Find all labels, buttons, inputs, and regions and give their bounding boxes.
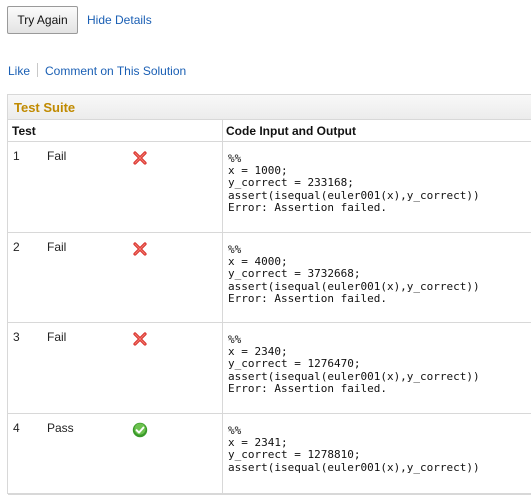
social-bar: Like Comment on This Solution <box>8 63 186 78</box>
code-output: %% x = 1000; y_correct = 233168; assert(… <box>228 152 480 214</box>
test-suite-panel: Test Suite Test Code Input and Output 1 F… <box>7 94 531 495</box>
hide-details-link[interactable]: Hide Details <box>87 13 152 27</box>
test-number: 2 <box>13 240 20 254</box>
test-status: Fail <box>47 240 67 254</box>
test-status: Fail <box>47 330 67 344</box>
test-number: 1 <box>13 149 20 163</box>
column-divider <box>222 120 223 493</box>
fail-x-icon <box>132 150 148 166</box>
test-number: 3 <box>13 330 20 344</box>
column-header-code: Code Input and Output <box>226 124 356 138</box>
like-link[interactable]: Like <box>8 64 30 78</box>
table-row: 2 Fail %% x = 4000; y_correct = 3732668; a… <box>8 233 531 323</box>
table-row: 3 Fail %% x = 2340; y_correct = 1276470; a… <box>8 323 531 414</box>
test-suite-title: Test Suite <box>8 95 531 120</box>
table-row: 1 Fail %% x = 1000; y_correct = 233168; as… <box>8 142 531 233</box>
pass-check-icon <box>132 422 148 438</box>
test-number: 4 <box>13 421 20 435</box>
fail-x-icon <box>132 331 148 347</box>
fail-x-icon <box>132 241 148 257</box>
divider <box>37 63 39 77</box>
code-output: %% x = 2341; y_correct = 1278810; assert… <box>228 424 480 474</box>
code-output: %% x = 2340; y_correct = 1276470; assert… <box>228 333 480 395</box>
column-header-test: Test <box>12 124 36 138</box>
try-again-button[interactable]: Try Again <box>7 6 78 34</box>
code-output: %% x = 4000; y_correct = 3732668; assert… <box>228 243 480 305</box>
table-header: Test Code Input and Output <box>8 120 531 142</box>
test-status: Pass <box>47 421 74 435</box>
test-status: Fail <box>47 149 67 163</box>
table-row: 4 Pass %% x = 2341; y_correct = 1278810; a… <box>8 414 531 495</box>
comment-link[interactable]: Comment on This Solution <box>45 64 186 78</box>
